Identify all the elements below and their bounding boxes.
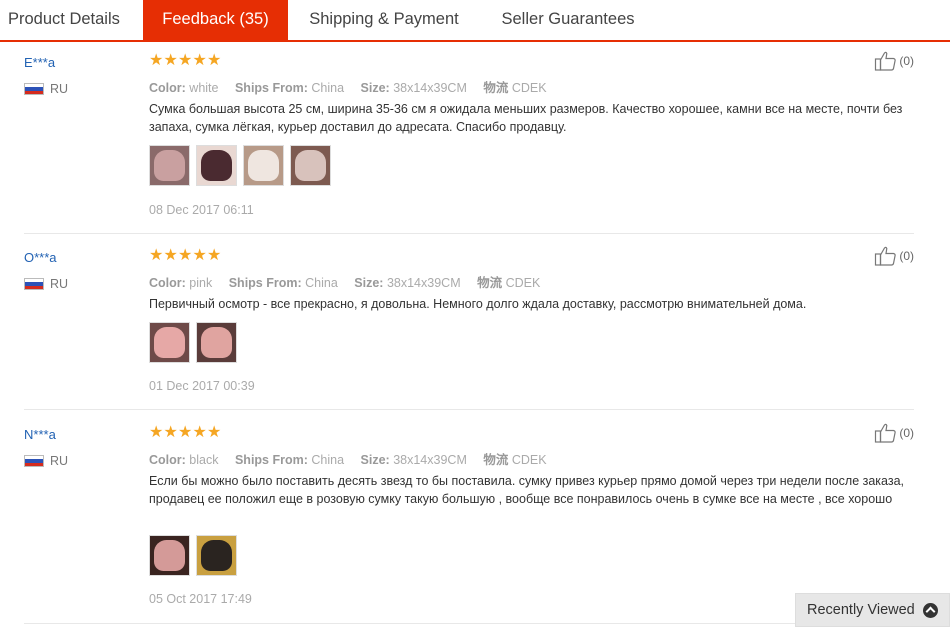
review-photos — [149, 535, 237, 576]
star-icon: ★ — [163, 247, 178, 264]
star-rating: ★ ★ ★ ★ ★ — [149, 53, 222, 69]
helpful-count: (0) — [899, 54, 914, 68]
tab-shipping-payment[interactable]: Shipping & Payment — [300, 0, 468, 40]
star-icon: ★ — [192, 424, 207, 441]
ships-from-value: China — [311, 81, 345, 95]
star-rating: ★ ★ ★ ★ ★ — [149, 425, 222, 441]
ships-from-label: Ships From: — [228, 276, 302, 290]
reviewer-country: RU — [24, 81, 68, 97]
star-icon: ★ — [163, 52, 178, 69]
color-label: Color: — [149, 81, 186, 95]
ships-from-value: China — [311, 453, 345, 467]
star-icon: ★ — [163, 424, 178, 441]
size-label: Size: — [354, 276, 384, 290]
order-attributes: Color: pink Ships From: China Size: 38x1… — [149, 272, 553, 291]
order-attributes: Color: black Ships From: China Size: 38x… — [149, 449, 560, 468]
star-icon: ★ — [178, 424, 193, 441]
review-date: 05 Oct 2017 17:49 — [149, 592, 252, 606]
color-value: pink — [189, 276, 213, 290]
ships-from-label: Ships From: — [234, 453, 308, 467]
star-icon: ★ — [149, 247, 164, 264]
thumbs-up-icon — [875, 51, 897, 71]
country-code: RU — [50, 82, 69, 96]
review-text: Сумка большая высота 25 см, ширина 35-36… — [149, 102, 903, 134]
review-text: Первичный осмотр - все прекрасно, я дово… — [149, 297, 807, 311]
tab-product-details[interactable]: Product Details — [0, 0, 140, 40]
color-label: Color: — [149, 453, 186, 467]
ships-from-value: China — [305, 276, 338, 290]
chevron-up-circle-icon — [922, 602, 938, 618]
review-photo[interactable] — [196, 535, 237, 576]
russia-flag-icon — [24, 455, 44, 467]
helpful-button[interactable]: (0) — [874, 50, 914, 72]
helpful-button[interactable]: (0) — [874, 245, 914, 267]
review-photo[interactable] — [196, 322, 237, 363]
review-date: 01 Dec 2017 00:39 — [149, 379, 255, 393]
review-photo[interactable] — [149, 535, 190, 576]
tab-feedback[interactable]: Feedback (35) — [143, 0, 288, 40]
logistics-value: CDEK — [505, 276, 541, 290]
helpful-count: (0) — [899, 249, 914, 263]
logistics-value: CDEK — [511, 81, 547, 95]
review-photo[interactable] — [149, 322, 190, 363]
review-photo[interactable] — [243, 145, 284, 186]
thumbs-up-icon — [875, 423, 897, 443]
recently-viewed-button[interactable]: Recently Viewed — [795, 593, 950, 627]
tab-bar: Product Details Feedback (35) Shipping &… — [0, 0, 950, 42]
star-icon: ★ — [207, 247, 222, 264]
logistics-value: CDEK — [511, 453, 547, 467]
review-photo[interactable] — [290, 145, 331, 186]
reviewer-name[interactable]: E***a — [24, 55, 55, 70]
star-icon: ★ — [178, 247, 193, 264]
star-icon: ★ — [178, 52, 193, 69]
russia-flag-icon — [24, 278, 44, 290]
reviewer-name[interactable]: N***a — [24, 427, 56, 442]
star-icon: ★ — [192, 52, 207, 69]
star-icon: ★ — [207, 52, 222, 69]
color-value: white — [189, 81, 219, 95]
reviewer-name[interactable]: O***a — [24, 250, 57, 265]
logistics-label: 物流 — [483, 453, 509, 467]
size-label: Size: — [360, 81, 390, 95]
review-photo[interactable] — [196, 145, 237, 186]
color-label: Color: — [149, 276, 186, 290]
review-item: E***a RU ★ ★ ★ ★ ★ Color: white Ships From: … — [24, 51, 914, 234]
logistics-label: 物流 — [477, 276, 503, 290]
thumbs-up-icon — [875, 246, 897, 266]
order-attributes: Color: white Ships From: China Size: 38x… — [149, 77, 560, 96]
ships-from-label: Ships From: — [234, 81, 308, 95]
star-rating: ★ ★ ★ ★ ★ — [149, 248, 222, 264]
helpful-button[interactable]: (0) — [874, 422, 914, 444]
logistics-label: 物流 — [483, 81, 509, 95]
review-photo[interactable] — [149, 145, 190, 186]
country-code: RU — [50, 454, 69, 468]
star-icon: ★ — [207, 424, 222, 441]
size-value: 38x14x39CM — [393, 453, 467, 467]
star-icon: ★ — [192, 247, 207, 264]
reviewer-country: RU — [24, 276, 68, 292]
helpful-count: (0) — [899, 426, 914, 440]
review-item: N***a RU ★ ★ ★ ★ ★ Color: black Ships From: … — [24, 423, 914, 624]
size-label: Size: — [360, 453, 390, 467]
review-date: 08 Dec 2017 06:11 — [149, 203, 254, 217]
size-value: 38x14x39CM — [393, 81, 467, 95]
country-code: RU — [50, 277, 69, 291]
tab-seller-guarantees[interactable]: Seller Guarantees — [488, 0, 648, 40]
star-icon: ★ — [149, 424, 164, 441]
review-item: O***a RU ★ ★ ★ ★ ★ Color: pink Ships From: C… — [24, 246, 914, 410]
review-photos — [149, 145, 331, 186]
review-photos — [149, 322, 237, 363]
size-value: 38x14x39CM — [386, 276, 461, 290]
star-icon: ★ — [149, 52, 164, 69]
review-text: Если бы можно было поставить десять звез… — [149, 474, 905, 506]
recently-viewed-label: Recently Viewed — [807, 602, 915, 618]
russia-flag-icon — [24, 83, 44, 95]
color-value: black — [189, 453, 219, 467]
reviewer-country: RU — [24, 453, 68, 469]
